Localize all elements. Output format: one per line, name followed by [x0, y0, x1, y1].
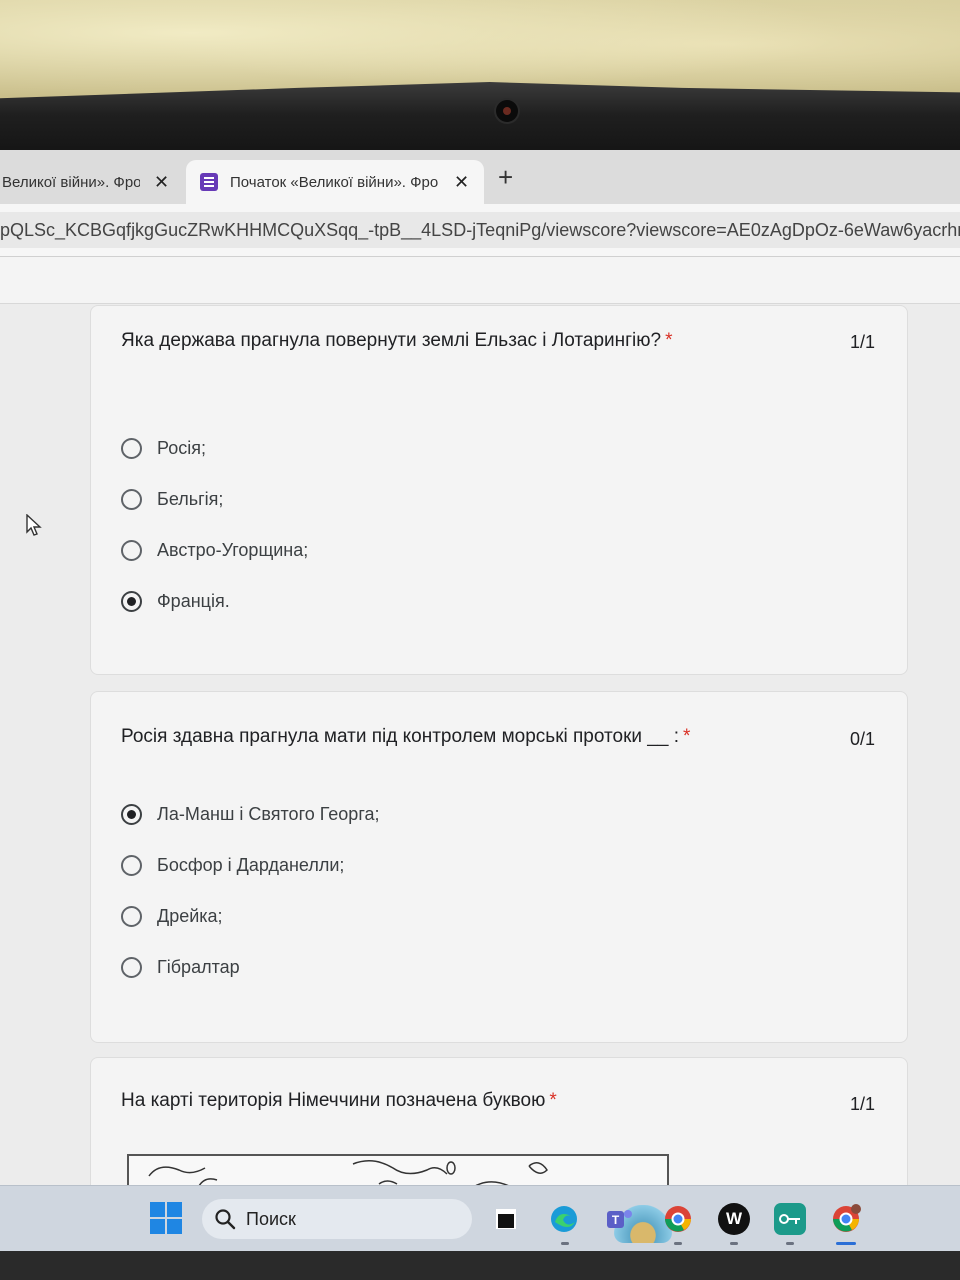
question-text: Росія здавна прагнула мати під контролем…: [121, 726, 679, 747]
option-radio[interactable]: Дрейка;: [121, 901, 223, 931]
tab-current[interactable]: Початок «Великої війни». Фро ✕: [186, 160, 484, 204]
radio-unchecked-icon[interactable]: [121, 854, 142, 876]
question-score: 1/1: [849, 1094, 875, 1114]
new-tab-button[interactable]: +: [498, 162, 513, 193]
radio-checked-icon[interactable]: [121, 803, 142, 825]
radio-unchecked-icon[interactable]: [121, 488, 142, 510]
taskbar-search[interactable]: Поиск: [202, 1199, 672, 1243]
tab-previous[interactable]: Великої війни». Фро ✕: [0, 160, 186, 204]
google-forms-icon: [200, 173, 218, 191]
required-mark: *: [665, 330, 673, 351]
search-placeholder: Поиск: [246, 1208, 296, 1229]
active-app-indicator: [836, 1242, 856, 1245]
question-card: Яка держава прагнула повернути землі Ель…: [90, 305, 908, 675]
running-indicator: [730, 1242, 738, 1245]
teams-icon[interactable]: T: [604, 1203, 636, 1235]
question-score: 1/1: [849, 332, 875, 352]
laptop-screen: Великої війни». Фро ✕ Початок «Великої в…: [0, 150, 960, 1190]
radio-checked-icon[interactable]: [121, 590, 142, 612]
required-mark: *: [682, 726, 691, 747]
running-indicator: [674, 1242, 682, 1245]
option-radio[interactable]: Росія;: [121, 433, 206, 463]
address-bar: pQLSc_KCBGqfjkgGucZRwKHHMCQuXSqq_-tpB__4…: [0, 204, 960, 257]
option-label: Австро-Угорщина;: [157, 539, 309, 560]
question-text: На карті територія Німеччини позначена б…: [121, 1090, 546, 1111]
option-radio[interactable]: Гібралтар: [121, 952, 240, 982]
question-title: Яка держава прагнула повернути землі Ель…: [121, 330, 673, 352]
search-icon: [214, 1208, 236, 1230]
running-indicator: [786, 1242, 794, 1245]
option-radio-selected[interactable]: Ла-Манш і Святого Георга;: [121, 799, 380, 829]
svg-text:T: T: [612, 1213, 620, 1227]
windows-taskbar: Поиск T W: [0, 1185, 960, 1252]
url-text: pQLSc_KCBGqfjkgGucZRwKHHMCQuXSqq_-tpB__4…: [0, 219, 960, 240]
browser-tab-bar: Великої війни». Фро ✕ Початок «Великої в…: [0, 150, 960, 204]
page-header-strip: [0, 257, 960, 304]
edge-browser-icon[interactable]: [548, 1203, 580, 1235]
laptop-bottom-bezel: [0, 1251, 960, 1280]
mouse-cursor-icon: [26, 514, 42, 536]
file-explorer-icon[interactable]: [490, 1203, 522, 1235]
question-title: Росія здавна прагнула мати під контролем…: [121, 726, 690, 748]
chrome-profile-icon[interactable]: [662, 1203, 694, 1235]
key-app-icon[interactable]: [774, 1203, 806, 1235]
url-field[interactable]: pQLSc_KCBGqfjkgGucZRwKHHMCQuXSqq_-tpB__4…: [0, 212, 960, 248]
radio-unchecked-icon[interactable]: [121, 437, 142, 459]
tab-label: Початок «Великої війни». Фро: [230, 173, 439, 191]
question-title: На карті територія Німеччини позначена б…: [121, 1090, 557, 1112]
option-label: Ла-Манш і Святого Георга;: [157, 803, 380, 824]
w-app-icon[interactable]: W: [718, 1203, 750, 1235]
option-label: Гібралтар: [157, 956, 240, 977]
question-text: Яка держава прагнула повернути землі Ель…: [121, 330, 662, 351]
option-radio[interactable]: Австро-Угорщина;: [121, 535, 308, 565]
radio-unchecked-icon[interactable]: [121, 539, 142, 561]
option-label: Росія;: [157, 437, 206, 458]
running-indicator: [561, 1242, 569, 1245]
form-page: Яка держава прагнула повернути землі Ель…: [0, 257, 960, 1190]
tab-close-icon[interactable]: ✕: [454, 172, 469, 193]
option-label: Франція.: [157, 590, 230, 611]
webcam: [496, 100, 518, 122]
option-radio[interactable]: Босфор і Дарданелли;: [121, 850, 344, 880]
tab-close-icon[interactable]: ✕: [154, 172, 169, 193]
windows-start-icon[interactable]: [150, 1202, 182, 1234]
question-card: На карті територія Німеччини позначена б…: [90, 1057, 908, 1190]
chrome-icon[interactable]: [830, 1203, 862, 1235]
option-radio-selected[interactable]: Франція.: [121, 586, 230, 616]
tab-label: Великої війни». Фро: [2, 173, 140, 191]
option-label: Дрейка;: [157, 905, 223, 926]
option-label: Бельгія;: [157, 488, 224, 509]
question-card: Росія здавна прагнула мати під контролем…: [90, 691, 908, 1043]
radio-unchecked-icon[interactable]: [121, 905, 142, 927]
required-mark: *: [549, 1090, 557, 1111]
option-label: Босфор і Дарданелли;: [157, 854, 345, 875]
question-score: 0/1: [849, 729, 875, 749]
radio-unchecked-icon[interactable]: [121, 956, 142, 978]
option-radio[interactable]: Бельгія;: [121, 484, 223, 514]
